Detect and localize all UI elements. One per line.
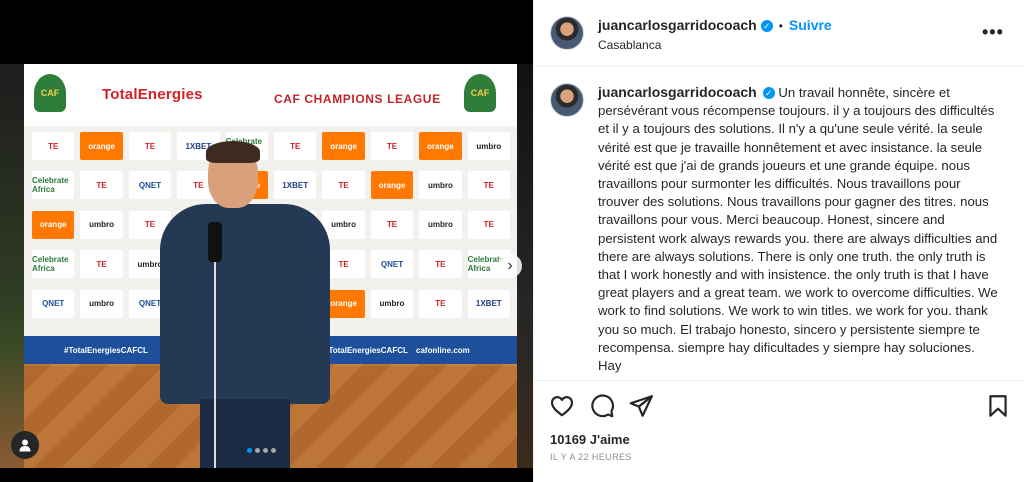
sponsor-tile: QNET	[370, 250, 414, 279]
sponsor-tile: TE	[370, 132, 414, 160]
sponsor-tile: orange	[80, 132, 123, 160]
sponsor-tile: 1XBET	[467, 289, 510, 318]
backdrop-league: CAF CHAMPIONS LEAGUE	[274, 92, 441, 106]
post-side-panel: juancarlosgarridocoach ✓ • Suivre Casablanc…	[533, 0, 1024, 482]
comment-icon[interactable]	[589, 393, 615, 419]
header-separator: •	[778, 19, 783, 33]
caf-logo-right: CAF	[464, 74, 496, 112]
sponsor-tile: orange	[419, 132, 462, 160]
comment-glyph	[591, 394, 615, 418]
follow-button[interactable]: Suivre	[789, 17, 832, 33]
sponsor-tile: TE	[467, 171, 510, 200]
verified-icon: ✓	[762, 87, 775, 99]
sponsor-tile: umbro	[370, 289, 414, 318]
carousel-dot[interactable]	[263, 448, 268, 453]
caption-text: Un travail honnête, sincère et persévéra…	[598, 85, 998, 374]
caption-author-username[interactable]: juancarlosgarridocoach	[598, 84, 757, 100]
verified-icon: ✓	[760, 20, 773, 32]
carousel-dot[interactable]	[271, 448, 276, 453]
share-glyph	[629, 395, 653, 417]
backdrop-header: CAF TotalEnergies CAF CHAMPIONS LEAGUE C…	[24, 64, 517, 126]
sponsor-tile: umbro	[80, 289, 123, 318]
sponsor-tile: orange	[32, 210, 75, 239]
backdrop-brand-text: TotalEnergies	[102, 86, 203, 103]
likes-count[interactable]: 10169 J'aime	[550, 432, 630, 447]
sponsor-tile: TE	[32, 132, 75, 160]
post-actions	[534, 380, 1024, 429]
coach-figure	[160, 141, 340, 468]
heart-icon[interactable]	[549, 393, 575, 419]
sponsor-tile: TE	[370, 210, 414, 239]
carousel-indicator	[247, 448, 276, 453]
microphone	[208, 222, 222, 262]
post-photo[interactable]: CAF TotalEnergies CAF CHAMPIONS LEAGUE C…	[0, 64, 533, 468]
sponsor-tile: umbro	[467, 132, 510, 160]
sponsor-tile: umbro	[80, 210, 123, 239]
author-avatar[interactable]	[550, 16, 584, 50]
footer-hashtag: #TotalEnergiesCAFCL	[64, 346, 148, 355]
sponsor-tile: umbro	[419, 171, 462, 200]
sponsor-tile: orange	[370, 171, 414, 200]
post-time[interactable]: IL Y A 22 HEURES	[550, 452, 632, 462]
bookmark-glyph	[989, 395, 1007, 417]
caption-area[interactable]: juancarlosgarridocoach ✓ Un travail honnê…	[534, 67, 1024, 379]
sponsor-tile: TE	[80, 171, 123, 200]
caption-author-avatar[interactable]	[550, 83, 584, 117]
post-media[interactable]: CAF TotalEnergies CAF CHAMPIONS LEAGUE C…	[0, 0, 533, 482]
user-tag-glyph	[19, 439, 31, 452]
sponsor-tile: Celebrate Africa	[32, 250, 75, 279]
heart-glyph	[550, 396, 574, 417]
footer-site: cafonline.com	[416, 346, 470, 355]
bookmark-icon[interactable]	[985, 393, 1011, 419]
author-username[interactable]: juancarlosgarridocoach	[598, 17, 757, 33]
sponsor-tile: TE	[419, 289, 462, 318]
user-tag-icon[interactable]	[11, 431, 39, 459]
carousel-dot[interactable]	[247, 448, 252, 453]
sponsor-tile: TE	[419, 250, 462, 279]
post-location[interactable]: Casablanca	[598, 38, 661, 52]
chevron-right-icon[interactable]: ›	[498, 254, 522, 278]
post-caption: juancarlosgarridocoach ✓ Un travail honnê…	[598, 83, 998, 375]
sponsor-tile: umbro	[419, 210, 462, 239]
coach-shirt	[160, 204, 330, 404]
post-header: juancarlosgarridocoach ✓ • Suivre Casablanc…	[534, 0, 1024, 67]
share-icon[interactable]	[628, 393, 654, 419]
header-user-line: juancarlosgarridocoach ✓ • Suivre	[598, 17, 832, 35]
coach-hair	[206, 141, 260, 163]
sponsor-tile: QNET	[32, 289, 75, 318]
sponsor-tile: TE	[467, 210, 510, 239]
sponsor-tile: TE	[80, 250, 123, 279]
stadium-background-left	[0, 64, 24, 468]
carousel-dot[interactable]	[255, 448, 260, 453]
more-icon[interactable]: •••	[982, 22, 1006, 42]
backdrop-brand: TotalEnergies	[102, 86, 203, 103]
caf-logo-left: CAF	[34, 74, 66, 112]
sponsor-tile: Celebrate Africa	[32, 171, 75, 200]
microphone-cable	[214, 262, 216, 468]
